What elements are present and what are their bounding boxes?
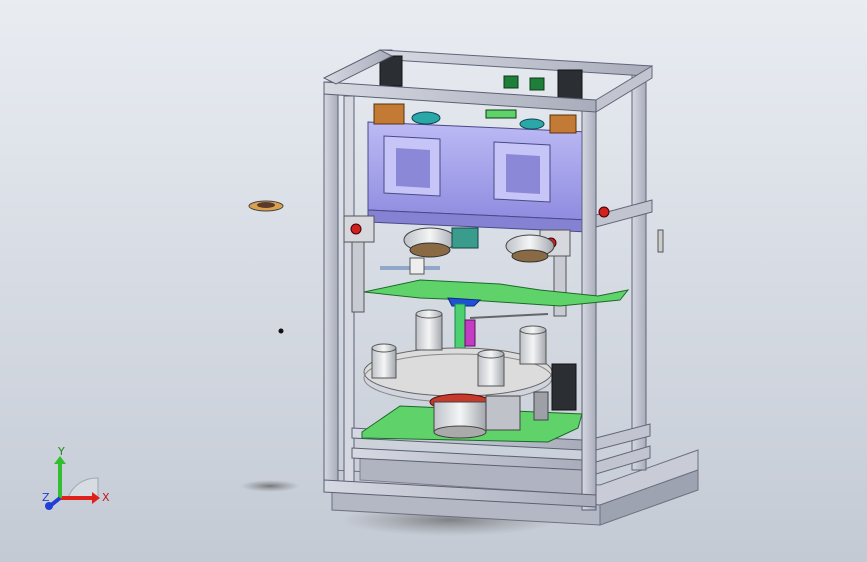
side-latch[interactable]: [657, 229, 664, 253]
floor-shadow-small: [240, 480, 300, 492]
coordinate-triad: X Y Z: [42, 445, 110, 510]
floating-bearing-part[interactable]: [248, 200, 284, 212]
x-axis-label: X: [102, 491, 110, 504]
graphics-viewport[interactable]: X Y Z: [0, 0, 867, 562]
dispenser-head-right[interactable]: [505, 234, 555, 263]
cad-model-view[interactable]: X Y Z: [0, 0, 867, 562]
z-axis-label: Z: [42, 491, 50, 504]
floating-point: [278, 328, 284, 334]
dispenser-head-left[interactable]: [403, 227, 479, 258]
upper-actuator-block[interactable]: [367, 121, 589, 233]
y-axis-label: Y: [57, 445, 65, 458]
